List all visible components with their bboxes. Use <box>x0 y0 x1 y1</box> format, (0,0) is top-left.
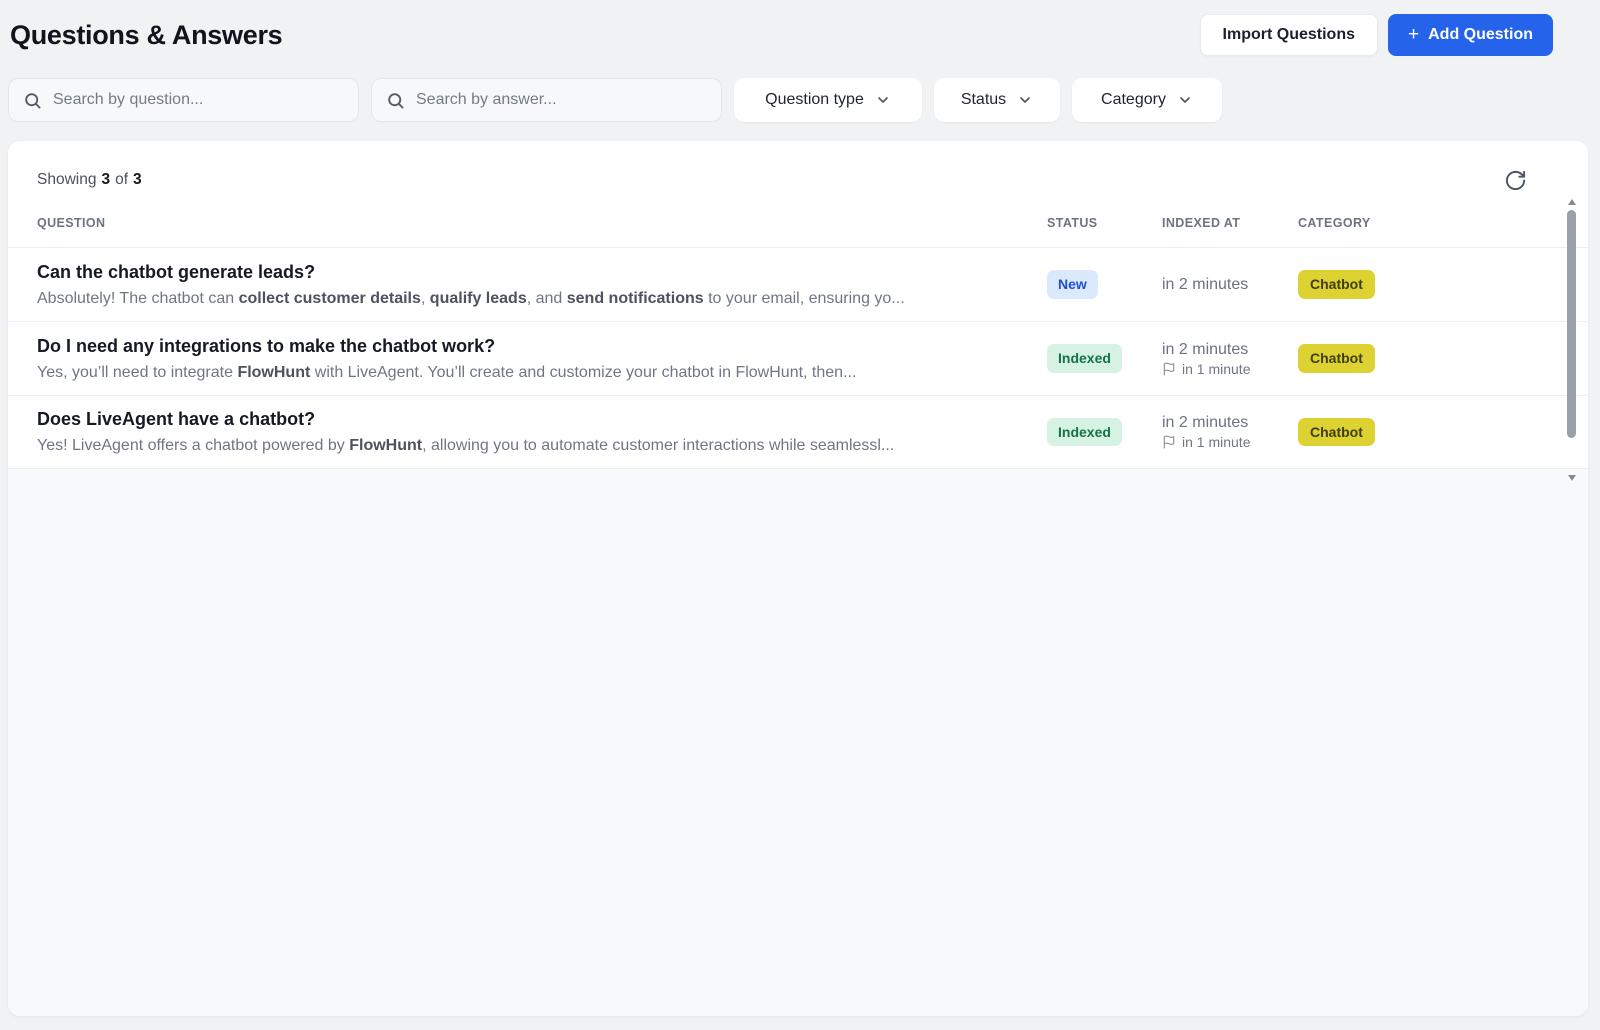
status-cell: Indexed <box>1047 344 1162 373</box>
question-cell: Do I need any integrations to make the c… <box>37 333 1047 384</box>
scrollbar-down-arrow[interactable] <box>1567 475 1576 481</box>
chevron-down-icon <box>878 97 888 103</box>
search-answer-input[interactable] <box>416 91 707 109</box>
indexed-at-value: in 2 minutes <box>1162 275 1249 293</box>
question-title: Can the chatbot generate leads? <box>37 261 316 282</box>
indexed-secondary-value: in 1 minute <box>1182 434 1251 450</box>
questions-card: Showing 3 of 3 QUESTION STATUS INDEXED A… <box>8 141 1588 1016</box>
showing-count-value: 3 <box>101 171 111 188</box>
answer-bold-segment: FlowHunt <box>349 437 423 455</box>
chevron-down-icon <box>1180 97 1190 103</box>
question-title: Does LiveAgent have a chatbot? <box>37 409 316 430</box>
import-questions-button[interactable]: Import Questions <box>1199 14 1378 56</box>
scrollbar-thumb[interactable] <box>1567 210 1576 438</box>
answer-segment: to your email, ensuring yo... <box>703 289 905 307</box>
filter-bar: Question type Status Category <box>8 78 1592 122</box>
column-header-indexed-at: INDEXED AT <box>1162 216 1241 230</box>
answer-bold-segment: FlowHunt <box>237 363 311 381</box>
page-header: Questions & Answers Import Questions + A… <box>0 0 1600 56</box>
scrollbar-up-arrow[interactable] <box>1567 199 1576 205</box>
category-badge: Chatbot <box>1298 417 1375 447</box>
search-question-input[interactable] <box>53 91 344 109</box>
refresh-button[interactable] <box>1500 165 1530 195</box>
answer-bold-segment: send notifications <box>566 289 704 307</box>
page-title: Questions & Answers <box>10 19 283 50</box>
table-row[interactable]: Do I need any integrations to make the c… <box>8 321 1588 395</box>
showing-total-value: 3 <box>133 171 142 188</box>
answer-segment: Yes, you’ll need to integrate <box>37 363 238 381</box>
answer-segment: , and <box>526 289 567 307</box>
question-cell: Can the chatbot generate leads? Absolutel… <box>37 259 1047 310</box>
add-question-button[interactable]: + Add Question <box>1388 14 1553 56</box>
chevron-down-icon <box>1020 97 1030 103</box>
answer-segment: Absolutely! The chatbot can <box>37 289 239 307</box>
indexed-at-value: in 2 minutes <box>1162 340 1249 358</box>
indexed-at-cell: in 2 minutes in 1 minute <box>1162 341 1298 377</box>
status-dropdown[interactable]: Status <box>934 78 1060 122</box>
answer-bold-segment: qualify leads <box>429 289 527 307</box>
answer-search-box[interactable] <box>371 78 722 122</box>
showing-label: Showing <box>37 171 97 188</box>
column-header-status: STATUS <box>1047 216 1098 230</box>
status-dropdown-label: Status <box>960 91 1007 108</box>
indexed-secondary: in 1 minute <box>1162 434 1298 450</box>
question-type-label: Question type <box>765 91 864 108</box>
indexed-at-cell: in 2 minutes in 1 minute <box>1162 414 1298 450</box>
table-row[interactable]: Can the chatbot generate leads? Absolutel… <box>8 247 1588 321</box>
showing-count: Showing 3 of 3 <box>37 171 142 189</box>
status-cell: Indexed <box>1047 417 1162 447</box>
answer-segment: , allowing you to automate customer inte… <box>422 437 895 455</box>
showing-of: of <box>115 171 129 188</box>
answer-bold-segment: collect customer details <box>238 289 421 307</box>
search-icon <box>25 92 41 109</box>
status-badge: Indexed <box>1047 417 1122 447</box>
indexed-secondary-value: in 1 minute <box>1182 360 1251 377</box>
table-body: Can the chatbot generate leads? Absolutel… <box>8 247 1588 469</box>
question-title: Do I need any integrations to make the c… <box>37 335 496 356</box>
category-cell: Chatbot <box>1298 417 1558 447</box>
answer-preview: Yes, you’ll need to integrate FlowHunt w… <box>37 362 1047 384</box>
table-row[interactable]: Does LiveAgent have a chatbot? Yes! LiveA… <box>8 395 1588 469</box>
column-header-question: QUESTION <box>37 216 106 230</box>
answer-segment: , <box>420 289 430 307</box>
card-top-bar: Showing 3 of 3 <box>8 141 1588 199</box>
table-header-row: QUESTION STATUS INDEXED AT CATEGORY <box>8 199 1588 247</box>
question-cell: Does LiveAgent have a chatbot? Yes! LiveA… <box>37 406 1047 457</box>
question-search-box[interactable] <box>8 78 359 122</box>
answer-segment: Yes! LiveAgent offers a chatbot powered … <box>37 437 350 455</box>
status-badge: New <box>1047 270 1098 299</box>
category-dropdown-label: Category <box>1101 91 1166 108</box>
plus-icon: + <box>1408 23 1420 45</box>
add-question-label: Add Question <box>1428 26 1533 43</box>
column-header-category: CATEGORY <box>1298 216 1371 230</box>
flag-icon <box>1163 435 1175 449</box>
flag-icon <box>1163 362 1175 375</box>
category-dropdown[interactable]: Category <box>1072 78 1222 122</box>
refresh-icon <box>1505 170 1525 190</box>
indexed-at-value: in 2 minutes <box>1162 414 1249 431</box>
question-type-dropdown[interactable]: Question type <box>734 78 922 122</box>
category-cell: Chatbot <box>1298 270 1558 299</box>
answer-preview: Absolutely! The chatbot can collect cust… <box>37 288 1047 310</box>
vertical-scrollbar[interactable] <box>1567 199 1576 481</box>
answer-preview: Yes! LiveAgent offers a chatbot powered … <box>37 435 1047 457</box>
header-actions: Import Questions + Add Question <box>1199 14 1553 56</box>
category-badge: Chatbot <box>1298 344 1375 373</box>
indexed-at-cell: in 2 minutes <box>1162 276 1298 294</box>
indexed-secondary: in 1 minute <box>1162 361 1298 377</box>
answer-segment: with LiveAgent. You’ll create and custom… <box>310 363 857 381</box>
category-badge: Chatbot <box>1298 270 1375 299</box>
status-cell: New <box>1047 270 1162 299</box>
card-empty-area <box>8 469 1588 1016</box>
category-cell: Chatbot <box>1298 344 1558 373</box>
status-badge: Indexed <box>1047 344 1122 373</box>
search-icon <box>388 92 404 109</box>
